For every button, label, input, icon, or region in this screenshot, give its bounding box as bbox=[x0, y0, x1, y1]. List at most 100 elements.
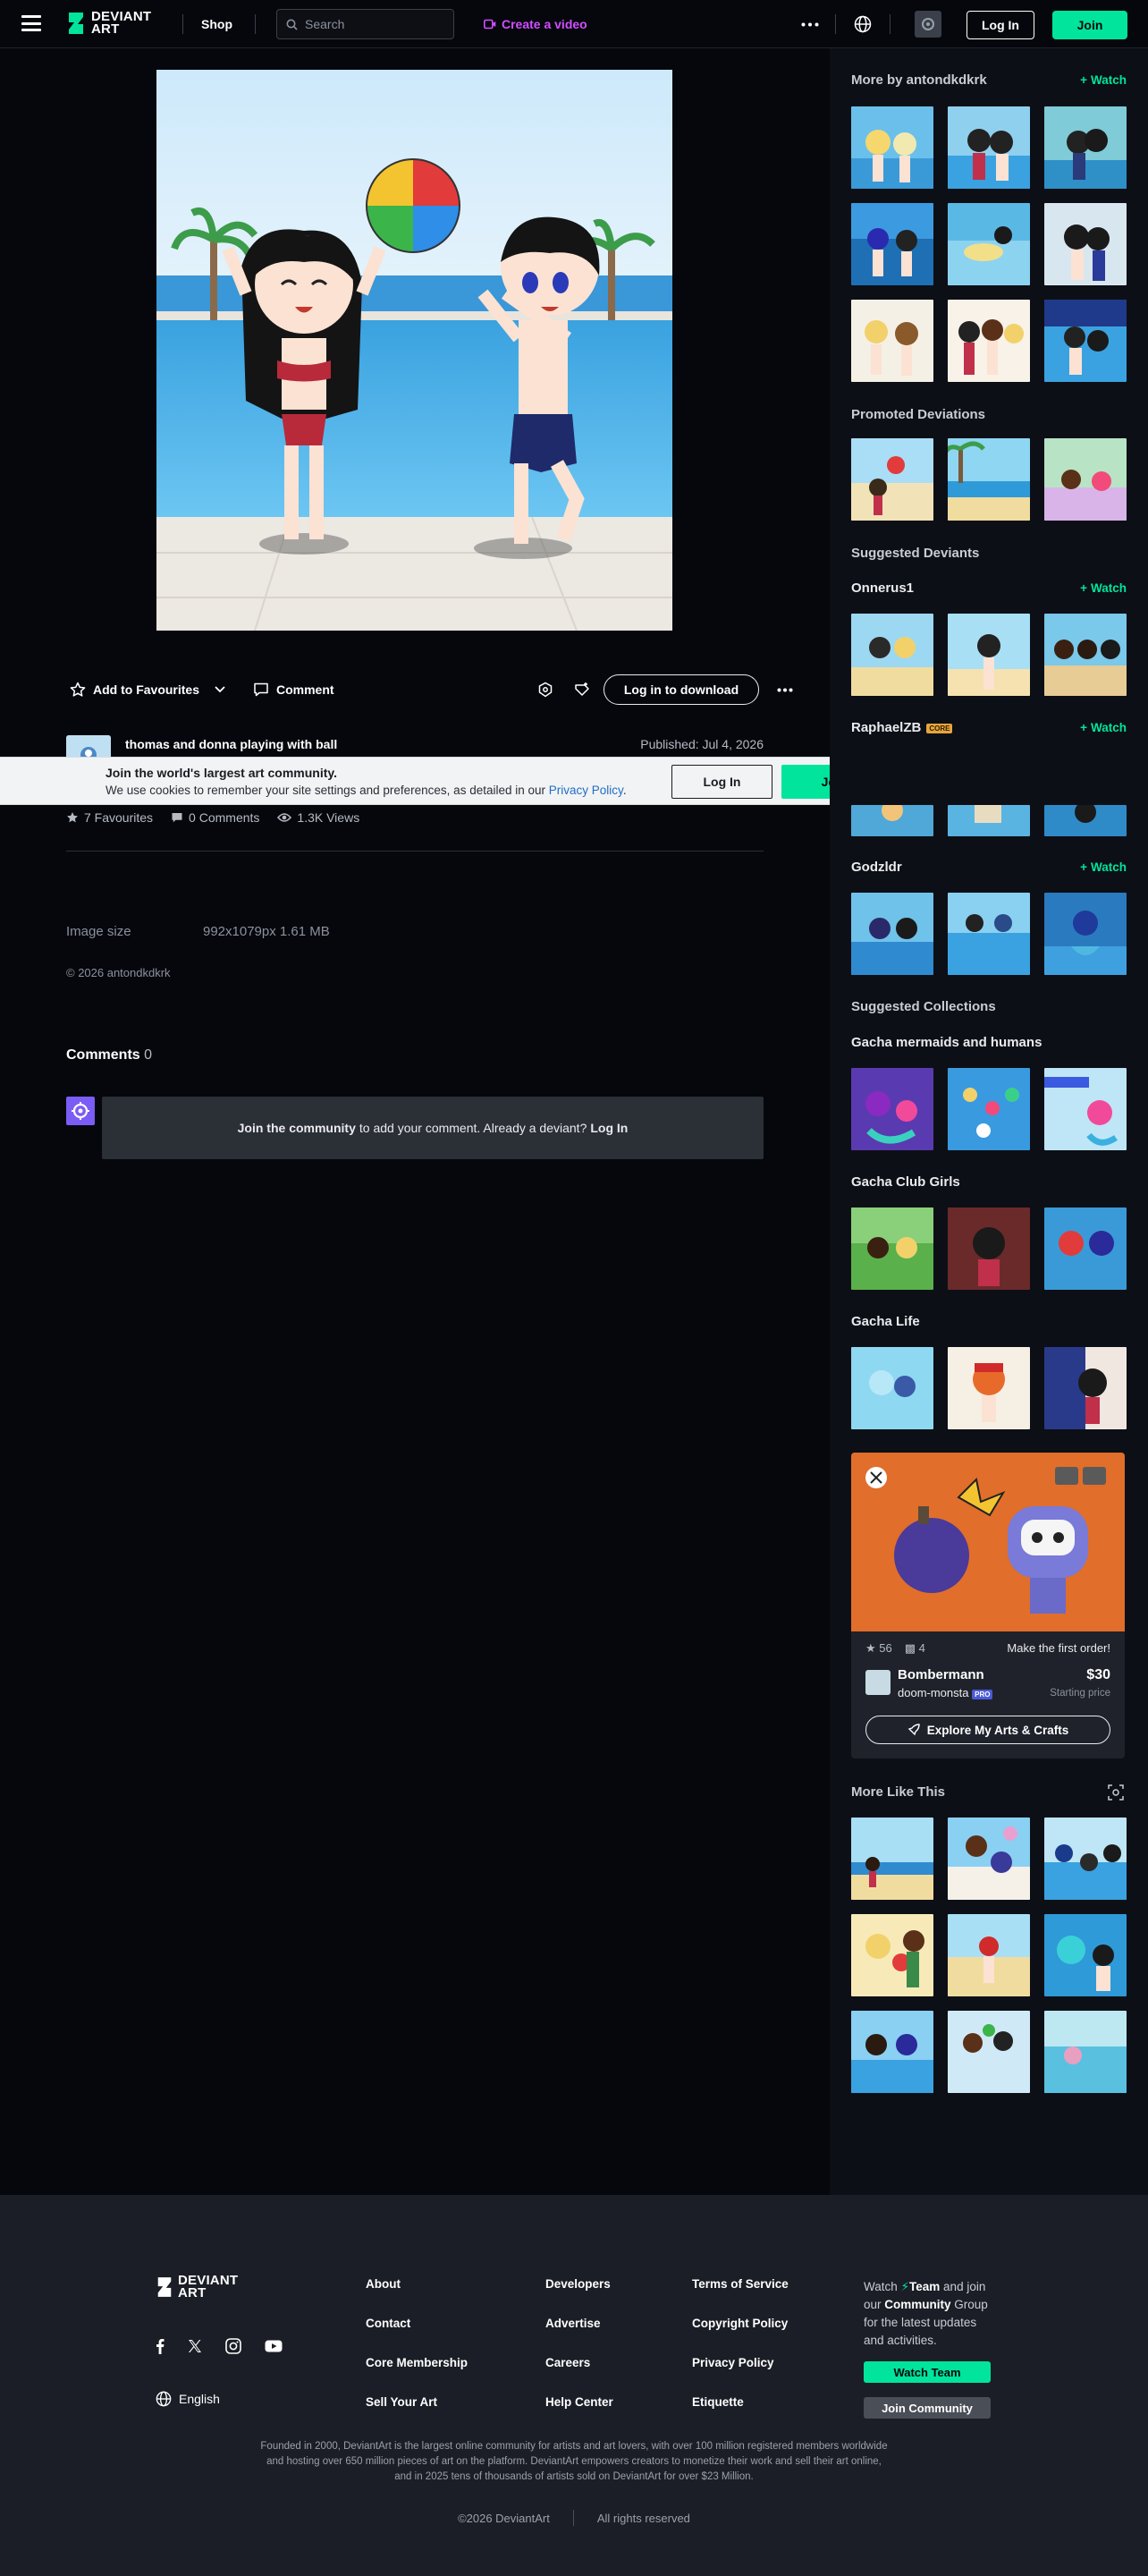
collection-name[interactable]: Gacha mermaids and humans bbox=[851, 1035, 1042, 1050]
youtube-icon[interactable] bbox=[265, 2340, 283, 2352]
footer-link-about[interactable]: About bbox=[366, 2277, 401, 2291]
more-like-thumb[interactable] bbox=[851, 2011, 933, 2093]
avatar[interactable] bbox=[915, 11, 941, 38]
facebook-icon[interactable] bbox=[156, 2338, 165, 2354]
login-to-download-button[interactable]: Log in to download bbox=[604, 674, 759, 705]
more-by-thumb[interactable] bbox=[1044, 300, 1127, 382]
collection-thumb[interactable] bbox=[948, 1068, 1030, 1150]
shop-product-card[interactable]: ★ 56 ▩ 4 Make the first order! Bomberman… bbox=[851, 1453, 1125, 1758]
product-image[interactable] bbox=[851, 1453, 1125, 1631]
deviant-thumb[interactable] bbox=[1044, 893, 1127, 975]
footer-link-careers[interactable]: Careers bbox=[545, 2356, 590, 2369]
product-seller[interactable]: doom-monsta PRO bbox=[898, 1686, 993, 1699]
collection-thumb[interactable] bbox=[948, 1208, 1030, 1290]
watch-raphaelzb-button[interactable]: + Watch bbox=[1080, 721, 1127, 734]
instagram-icon[interactable] bbox=[225, 2338, 241, 2354]
product-name[interactable]: Bombermann bbox=[898, 1667, 984, 1682]
more-like-thumb[interactable] bbox=[948, 1914, 1030, 1996]
search-box[interactable] bbox=[276, 9, 454, 39]
footer-link-contact[interactable]: Contact bbox=[366, 2317, 410, 2330]
collection-thumb[interactable] bbox=[851, 1347, 933, 1429]
more-by-thumb[interactable] bbox=[1044, 106, 1127, 189]
deviant-name-raphaelzb[interactable]: RaphaelZB CORE bbox=[851, 720, 953, 735]
footer-link-etiquette[interactable]: Etiquette bbox=[692, 2395, 744, 2409]
product-seller-avatar[interactable] bbox=[865, 1670, 891, 1695]
join-community-button[interactable]: Join Community bbox=[864, 2397, 991, 2419]
more-by-thumb[interactable] bbox=[851, 106, 933, 189]
comment-button[interactable]: Comment bbox=[253, 673, 334, 707]
collection-thumb[interactable] bbox=[1044, 1347, 1127, 1429]
more-by-thumb[interactable] bbox=[851, 300, 933, 382]
promoted-thumb[interactable] bbox=[1044, 438, 1127, 521]
more-like-thumb[interactable] bbox=[1044, 2011, 1127, 2093]
footer-link-advertise[interactable]: Advertise bbox=[545, 2317, 601, 2330]
visual-search-icon[interactable] bbox=[1108, 1784, 1124, 1801]
watch-team-button[interactable]: Watch Team bbox=[864, 2361, 991, 2383]
privacy-policy-link[interactable]: Privacy Policy bbox=[549, 784, 623, 797]
join-community-link[interactable]: Join the community bbox=[238, 1121, 356, 1135]
footer-link-privacy-policy[interactable]: Privacy Policy bbox=[692, 2356, 774, 2369]
more-options-icon[interactable] bbox=[801, 22, 819, 27]
tip-icon[interactable] bbox=[573, 682, 591, 698]
deviant-thumb[interactable] bbox=[948, 614, 1030, 696]
footer-logo[interactable]: DEVIANT ART bbox=[156, 2274, 238, 2300]
link-icon[interactable] bbox=[1083, 1467, 1106, 1485]
collection-thumb[interactable] bbox=[1044, 1208, 1127, 1290]
footer-link-copyright-policy[interactable]: Copyright Policy bbox=[692, 2317, 788, 2330]
footer-link-sell-your-art[interactable]: Sell Your Art bbox=[366, 2395, 437, 2409]
more-like-thumb[interactable] bbox=[948, 1818, 1030, 1900]
comments-login-link[interactable]: Log In bbox=[590, 1121, 628, 1135]
explore-arts-button[interactable]: Explore My Arts & Crafts bbox=[865, 1716, 1110, 1744]
collection-name[interactable]: Gacha Club Girls bbox=[851, 1174, 960, 1190]
more-by-thumb[interactable] bbox=[948, 300, 1030, 382]
footer-link-terms[interactable]: Terms of Service bbox=[692, 2277, 789, 2291]
language-selector[interactable]: English bbox=[156, 2391, 220, 2407]
more-like-thumb[interactable] bbox=[1044, 1914, 1127, 1996]
deviant-thumb[interactable] bbox=[948, 893, 1030, 975]
deviant-thumb[interactable] bbox=[1044, 805, 1127, 836]
x-icon[interactable] bbox=[188, 2339, 202, 2353]
footer-link-help-center[interactable]: Help Center bbox=[545, 2395, 613, 2409]
login-button[interactable]: Log In bbox=[967, 11, 1034, 39]
more-like-thumb[interactable] bbox=[948, 2011, 1030, 2093]
more-like-thumb[interactable] bbox=[1044, 1818, 1127, 1900]
menu-icon[interactable] bbox=[21, 15, 41, 31]
collection-thumb[interactable] bbox=[1044, 1068, 1127, 1150]
collection-thumb[interactable] bbox=[948, 1347, 1030, 1429]
badge-gift-icon[interactable] bbox=[537, 682, 553, 698]
promoted-thumb[interactable] bbox=[948, 438, 1030, 521]
deviant-thumb[interactable] bbox=[851, 805, 933, 836]
chevron-down-icon[interactable] bbox=[215, 686, 225, 693]
cookie-login-button[interactable]: Log In bbox=[671, 765, 772, 799]
more-by-thumb[interactable] bbox=[851, 203, 933, 285]
deviant-thumb[interactable] bbox=[851, 614, 933, 696]
footer-link-core-membership[interactable]: Core Membership bbox=[366, 2356, 468, 2369]
deviant-thumb[interactable] bbox=[851, 893, 933, 975]
more-like-thumb[interactable] bbox=[851, 1818, 933, 1900]
shop-link[interactable]: Shop bbox=[201, 17, 232, 31]
deviant-thumb[interactable] bbox=[1044, 614, 1127, 696]
collection-name[interactable]: Gacha Life bbox=[851, 1314, 920, 1329]
join-community-comment-box[interactable]: Join the community to add your comment. … bbox=[102, 1097, 764, 1159]
collection-thumb[interactable] bbox=[851, 1208, 933, 1290]
more-options-icon[interactable] bbox=[777, 688, 793, 692]
more-by-thumb[interactable] bbox=[948, 203, 1030, 285]
add-to-favourites-button[interactable]: Add to Favourites bbox=[70, 673, 199, 707]
more-like-thumb[interactable] bbox=[851, 1914, 933, 1996]
globe-icon[interactable] bbox=[854, 15, 872, 33]
create-video-link[interactable]: Create a video bbox=[484, 17, 587, 31]
collection-thumb[interactable] bbox=[851, 1068, 933, 1150]
deviant-name-onnerus1[interactable]: Onnerus1 bbox=[851, 580, 914, 596]
search-input[interactable] bbox=[305, 17, 439, 31]
deviantart-logo[interactable]: DEVIANT ART bbox=[66, 10, 151, 36]
boost-icon[interactable] bbox=[1055, 1467, 1078, 1485]
watch-godzldr-button[interactable]: + Watch bbox=[1080, 860, 1127, 874]
more-by-thumb[interactable] bbox=[1044, 203, 1127, 285]
footer-link-developers[interactable]: Developers bbox=[545, 2277, 611, 2291]
watch-onnerus1-button[interactable]: + Watch bbox=[1080, 581, 1127, 595]
deviant-name-godzldr[interactable]: Godzldr bbox=[851, 860, 902, 875]
deviant-thumb[interactable] bbox=[948, 805, 1030, 836]
more-by-thumb[interactable] bbox=[948, 106, 1030, 189]
promoted-thumb[interactable] bbox=[851, 438, 933, 521]
watch-artist-button[interactable]: + Watch bbox=[1080, 73, 1127, 87]
